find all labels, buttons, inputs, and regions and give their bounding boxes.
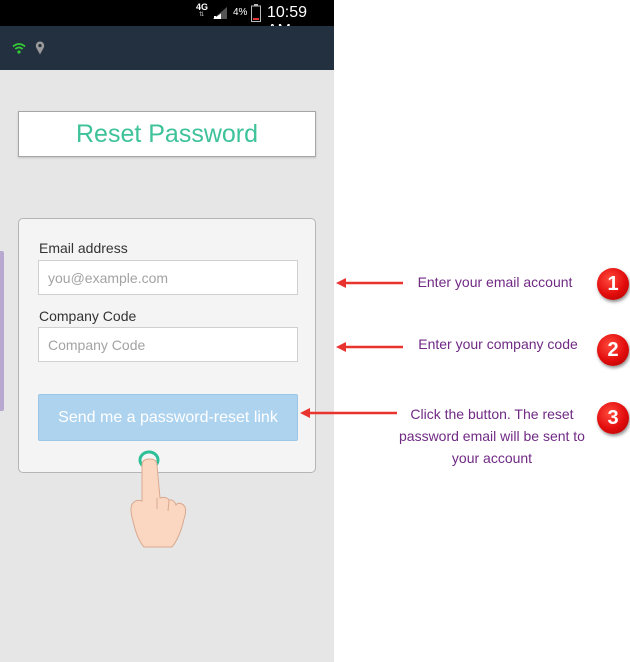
battery-icon: [251, 4, 261, 22]
annotation-text-3: Click the button. The reset password ema…: [399, 406, 585, 466]
action-bar: [0, 26, 334, 70]
step-badge-3: 3: [597, 402, 629, 434]
annotation-text-2: Enter your company code: [418, 336, 578, 352]
page-title: Reset Password: [75, 120, 259, 148]
status-bar: 4G ⇅ 4% 10:59 AM: [0, 0, 334, 39]
network-indicator: 4G ⇅: [196, 3, 208, 19]
side-drawer-edge[interactable]: [0, 251, 4, 411]
location-icon: [35, 41, 45, 55]
page-title-box: Reset Password: [18, 111, 316, 157]
battery-percent: 4%: [233, 7, 248, 18]
annotation-arrow-1: [336, 278, 403, 288]
company-code-input[interactable]: [38, 327, 298, 362]
annotation-arrow-2: [336, 342, 403, 352]
step-badge-2: 2: [597, 334, 629, 366]
annotation-text-1: Enter your email account: [417, 274, 573, 290]
tap-hand-icon: [130, 450, 187, 548]
wifi-icon: [12, 43, 26, 54]
reset-form: Email address Company Code Send me a pas…: [18, 218, 316, 473]
network-activity: ⇅: [199, 12, 205, 18]
step-badge-1: 1: [597, 268, 629, 300]
phone-screen: 4G ⇅ 4% 10:59 AM Reset Password: [0, 0, 334, 662]
network-type: 4G: [196, 2, 209, 12]
annotation-arrow-3: [300, 408, 397, 418]
email-input[interactable]: [38, 260, 298, 295]
company-code-label: Company Code: [39, 308, 137, 324]
send-reset-link-button[interactable]: Send me a password-reset link: [38, 394, 298, 441]
email-label: Email address: [39, 240, 128, 256]
signal-icon: [213, 7, 227, 19]
